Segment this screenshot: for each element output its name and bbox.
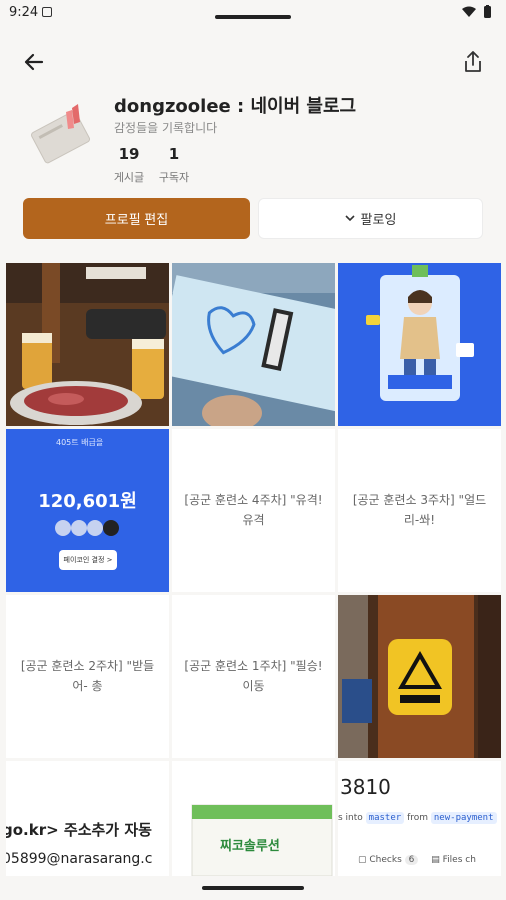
checks-icon: ▢ <box>358 855 367 865</box>
posts-stat[interactable]: 19 게시글 <box>113 145 145 185</box>
post-text: [공군 훈련소 2주차] "받들어- 총 <box>20 659 155 693</box>
post-tile-caution-sign[interactable] <box>338 595 501 758</box>
files-icon: ▤ <box>431 855 440 865</box>
checks-label: Checks <box>369 855 402 865</box>
avatar-row-icon <box>55 520 119 536</box>
post-text: [공군 훈련소 3주차] "얼드리-쏴! <box>352 493 487 527</box>
subscribers-count: 1 <box>168 145 180 163</box>
pr-merge-line: s into master from new-payment <box>338 812 497 824</box>
files-label: Files ch <box>442 855 476 865</box>
following-label: 팔로잉 <box>360 212 397 227</box>
illustrated-character-card <box>338 263 501 426</box>
profile-avatar[interactable] <box>22 96 100 174</box>
back-arrow-icon[interactable] <box>20 48 48 76</box>
post-tile-ticket[interactable] <box>172 263 335 426</box>
subscribers-stat[interactable]: 1 구독자 <box>158 145 190 185</box>
blog-title: dongzoolee : 네이버 블로그 <box>114 96 357 117</box>
pr-into: s into <box>338 813 363 823</box>
caution-sign-photo <box>338 595 501 758</box>
post-tile-training-1[interactable]: [공군 훈련소 1주차] "필승! 이동 <box>172 595 335 758</box>
status-time: 9:24 <box>9 5 39 20</box>
post-tile-training-2[interactable]: [공군 훈련소 2주차] "받들어- 총 <box>6 595 169 758</box>
checks-count: 6 <box>404 855 419 865</box>
post-tile-address[interactable]: go.kr> 주소추가 자동 05899@narasarang.c <box>6 761 169 876</box>
post-tile-payment[interactable]: 405트 배급을 120,601원 페이코인 결정 > <box>6 429 169 592</box>
status-bar: 9:24 <box>0 0 506 26</box>
post-tile-product[interactable]: 찌코솔루션 <box>172 761 335 876</box>
pr-base-branch: master <box>365 812 405 824</box>
share-icon[interactable] <box>460 48 486 76</box>
posts-label: 게시글 <box>113 171 145 184</box>
posts-count: 19 <box>118 145 140 163</box>
camera-notch <box>215 15 291 19</box>
pr-head-branch: new-payment <box>430 812 497 824</box>
address-line-1: go.kr> 주소추가 자동 <box>6 821 152 839</box>
address-line-2: 05899@narasarang.c <box>6 851 153 867</box>
following-button[interactable]: 팔로잉 <box>258 198 483 239</box>
wifi-battery-icon <box>462 5 491 18</box>
post-tile-bbq[interactable] <box>6 263 169 426</box>
post-text: [공군 훈련소 1주차] "필승! 이동 <box>184 659 323 693</box>
blog-description: 감정들을 기록합니다 <box>114 121 218 135</box>
home-indicator[interactable] <box>202 886 304 890</box>
payment-action-button: 페이코인 결정 > <box>59 550 117 570</box>
payment-badge: 405트 배급을 <box>56 438 104 447</box>
chevron-down-icon <box>344 215 355 222</box>
product-name: 찌코솔루션 <box>220 839 280 854</box>
bbq-dinner-photo <box>6 263 169 426</box>
post-tile-character[interactable] <box>338 263 501 426</box>
edit-profile-button[interactable]: 프로필 편집 <box>23 198 250 239</box>
post-tile-training-4[interactable]: [공군 훈련소 4주차] "유격! 유격 <box>172 429 335 592</box>
product-box-photo <box>172 761 335 876</box>
post-tile-training-3[interactable]: [공군 훈련소 3주차] "얼드리-쏴! <box>338 429 501 592</box>
post-text: [공군 훈련소 4주차] "유격! 유격 <box>184 493 323 527</box>
boarding-pass-photo <box>172 263 335 426</box>
pr-number: 3810 <box>340 775 391 799</box>
notification-icon <box>42 7 52 17</box>
post-tile-code-review[interactable]: 3810 s into master from new-payment ▢ Ch… <box>338 761 501 876</box>
pr-from: from <box>407 813 429 823</box>
subscribers-label: 구독자 <box>158 171 190 184</box>
payment-amount: 120,601원 <box>38 491 137 512</box>
pr-checks: ▢ Checks 6 ▤ Files ch <box>358 855 476 865</box>
edit-profile-label: 프로필 편집 <box>104 212 169 227</box>
